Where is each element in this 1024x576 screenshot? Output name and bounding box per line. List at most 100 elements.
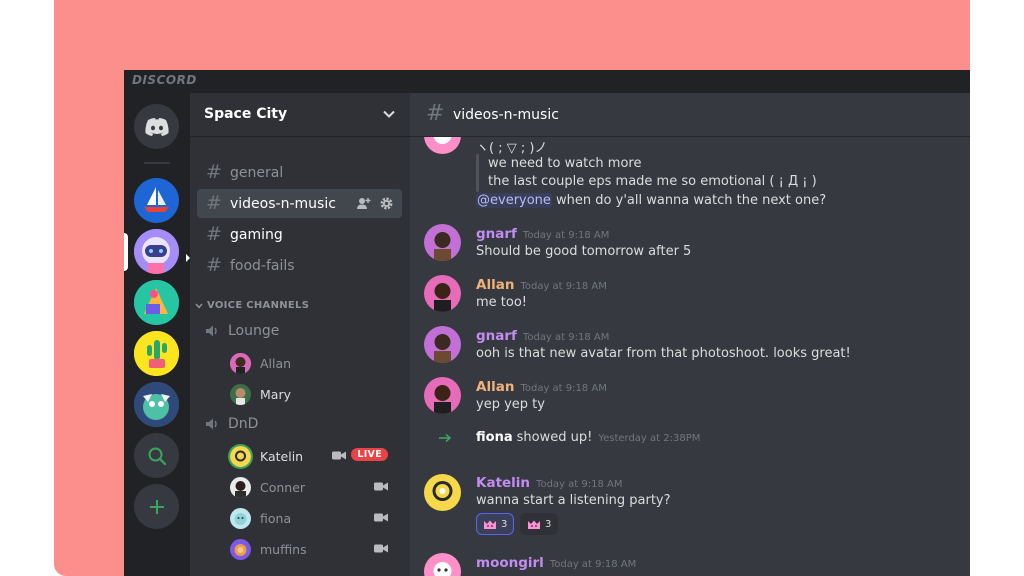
voice-category-header[interactable]: VOICE CHANNELS [194, 300, 309, 311]
voice-user-name: fiona [260, 510, 292, 526]
channel-videos-n-music[interactable]: # videos-n-music [197, 189, 402, 218]
server-name: Space City [204, 106, 288, 122]
voice-user-allan[interactable]: Allan [230, 350, 396, 376]
message-text: we need to watch more [488, 156, 642, 171]
message-avatar[interactable] [424, 377, 461, 414]
voice-user-conner[interactable]: Conner [230, 474, 396, 500]
camera-icon [374, 482, 388, 491]
message-text: me too! [476, 295, 528, 310]
channel-general[interactable]: # general [197, 158, 402, 187]
hash-icon: # [206, 223, 222, 245]
discord-window: DISCORD Space City # general # videos-n-… [124, 70, 970, 576]
speaker-icon [206, 418, 217, 430]
live-badge: LIVE [351, 448, 388, 461]
message-text: wanna start a listening party? [476, 493, 671, 508]
gear-icon[interactable] [379, 196, 394, 211]
plus-icon [149, 499, 164, 514]
chat-header: # videos-n-music [410, 93, 970, 137]
voice-user-mary[interactable]: Mary [230, 381, 396, 407]
voice-user-name: Katelin [260, 448, 304, 464]
voice-user-fiona[interactable]: fiona [230, 505, 396, 531]
voice-user-name: muffins [260, 541, 307, 557]
voice-channel-lounge[interactable]: Lounge [204, 323, 279, 339]
message-text: Should be good tomorrow after 5 [476, 244, 692, 259]
voice-channel-label: Lounge [228, 323, 280, 339]
avatar [230, 352, 251, 374]
app-brand: DISCORD [132, 73, 197, 87]
add-server-button[interactable] [134, 484, 179, 529]
channel-label: gaming [230, 226, 283, 243]
astronaut-icon [134, 229, 179, 274]
system-text: showed up! [516, 430, 593, 445]
chat-area: # videos-n-music ヽ( ; ▽ ; )ノ we need to … [410, 93, 970, 576]
voice-user-name: Allan [260, 355, 292, 371]
message-header: Katelin Today at 9:18 AM [476, 475, 622, 491]
art-icon [134, 280, 179, 325]
server-icon-space-city[interactable] [134, 229, 179, 274]
message-avatar[interactable] [424, 474, 461, 511]
message-author[interactable]: gnarf [476, 328, 517, 344]
reaction-count: 3 [545, 518, 552, 530]
message-timestamp: Today at 9:18 AM [549, 559, 637, 570]
voice-user-name: Mary [260, 386, 291, 402]
server-icon-creature[interactable] [134, 382, 179, 427]
server-rail [124, 93, 190, 576]
avatar [230, 445, 251, 467]
voice-user-katelin[interactable]: Katelin LIVE [230, 443, 396, 469]
unread-indicator [186, 254, 190, 262]
message-timestamp: Today at 9:18 AM [520, 281, 607, 292]
server-icon-cactus[interactable] [134, 331, 179, 376]
hash-icon: # [206, 192, 222, 214]
voice-channel-label: DnD [228, 416, 259, 432]
chat-channel-title: videos-n-music [453, 107, 559, 123]
reaction-button[interactable]: 3 [520, 513, 559, 535]
reaction-count: 3 [501, 518, 508, 530]
message-author[interactable]: Allan [476, 379, 514, 395]
message-author[interactable]: moongirl [476, 555, 544, 571]
system-user[interactable]: fiona [476, 430, 513, 445]
server-icon-art[interactable] [134, 280, 179, 325]
message-avatar[interactable] [424, 275, 461, 312]
home-button[interactable] [134, 104, 179, 149]
message-header: moongirl Today at 9:18 AM [476, 555, 636, 571]
message-timestamp: Today at 9:18 AM [522, 230, 610, 241]
message-avatar[interactable] [424, 326, 461, 363]
message-avatar[interactable] [424, 224, 461, 261]
mention-everyone[interactable]: @everyone [476, 193, 552, 208]
title-bar: DISCORD [124, 70, 970, 93]
message-author[interactable]: Katelin [476, 475, 530, 491]
avatar [230, 383, 251, 405]
voice-user-muffins[interactable]: muffins [230, 536, 396, 562]
message-avatar[interactable] [424, 553, 461, 576]
reaction-button[interactable]: 3 [476, 513, 515, 535]
message-header: gnarf Today at 9:18 AM [476, 328, 609, 344]
discord-logo-icon [144, 117, 169, 136]
chevron-down-icon[interactable] [382, 107, 396, 121]
channel-gaming[interactable]: # gaming [197, 220, 402, 249]
explore-servers-button[interactable] [134, 433, 179, 478]
server-header[interactable]: Space City [190, 93, 410, 137]
voice-channel-dnd[interactable]: DnD [204, 416, 258, 432]
message-header: gnarf Today at 9:18 AM [476, 226, 609, 242]
avatar [230, 507, 251, 529]
hash-icon: # [206, 254, 222, 276]
message-text: ヽ( ; ▽ ; )ノ [476, 141, 548, 156]
camera-icon [374, 544, 388, 553]
camera-icon [332, 451, 346, 460]
chevron-down-icon [195, 303, 203, 309]
arrow-right-icon [439, 433, 452, 443]
server-icon-boat[interactable] [134, 178, 179, 223]
camera-icon [374, 513, 388, 522]
message-author[interactable]: Allan [476, 277, 514, 293]
channel-food-fails[interactable]: # food-fails [197, 251, 402, 280]
message-author[interactable]: gnarf [476, 226, 517, 242]
quote-bar [476, 154, 479, 192]
message-timestamp: Today at 9:18 AM [536, 479, 623, 490]
rail-separator [144, 162, 170, 164]
channel-sidebar: Space City # general # videos-n-music # … [186, 93, 410, 576]
creature-icon [134, 382, 179, 427]
message-text: yep yep ty [476, 397, 545, 412]
channel-label: food-fails [230, 257, 295, 274]
hash-icon: # [206, 161, 222, 183]
add-member-icon[interactable] [356, 196, 371, 211]
